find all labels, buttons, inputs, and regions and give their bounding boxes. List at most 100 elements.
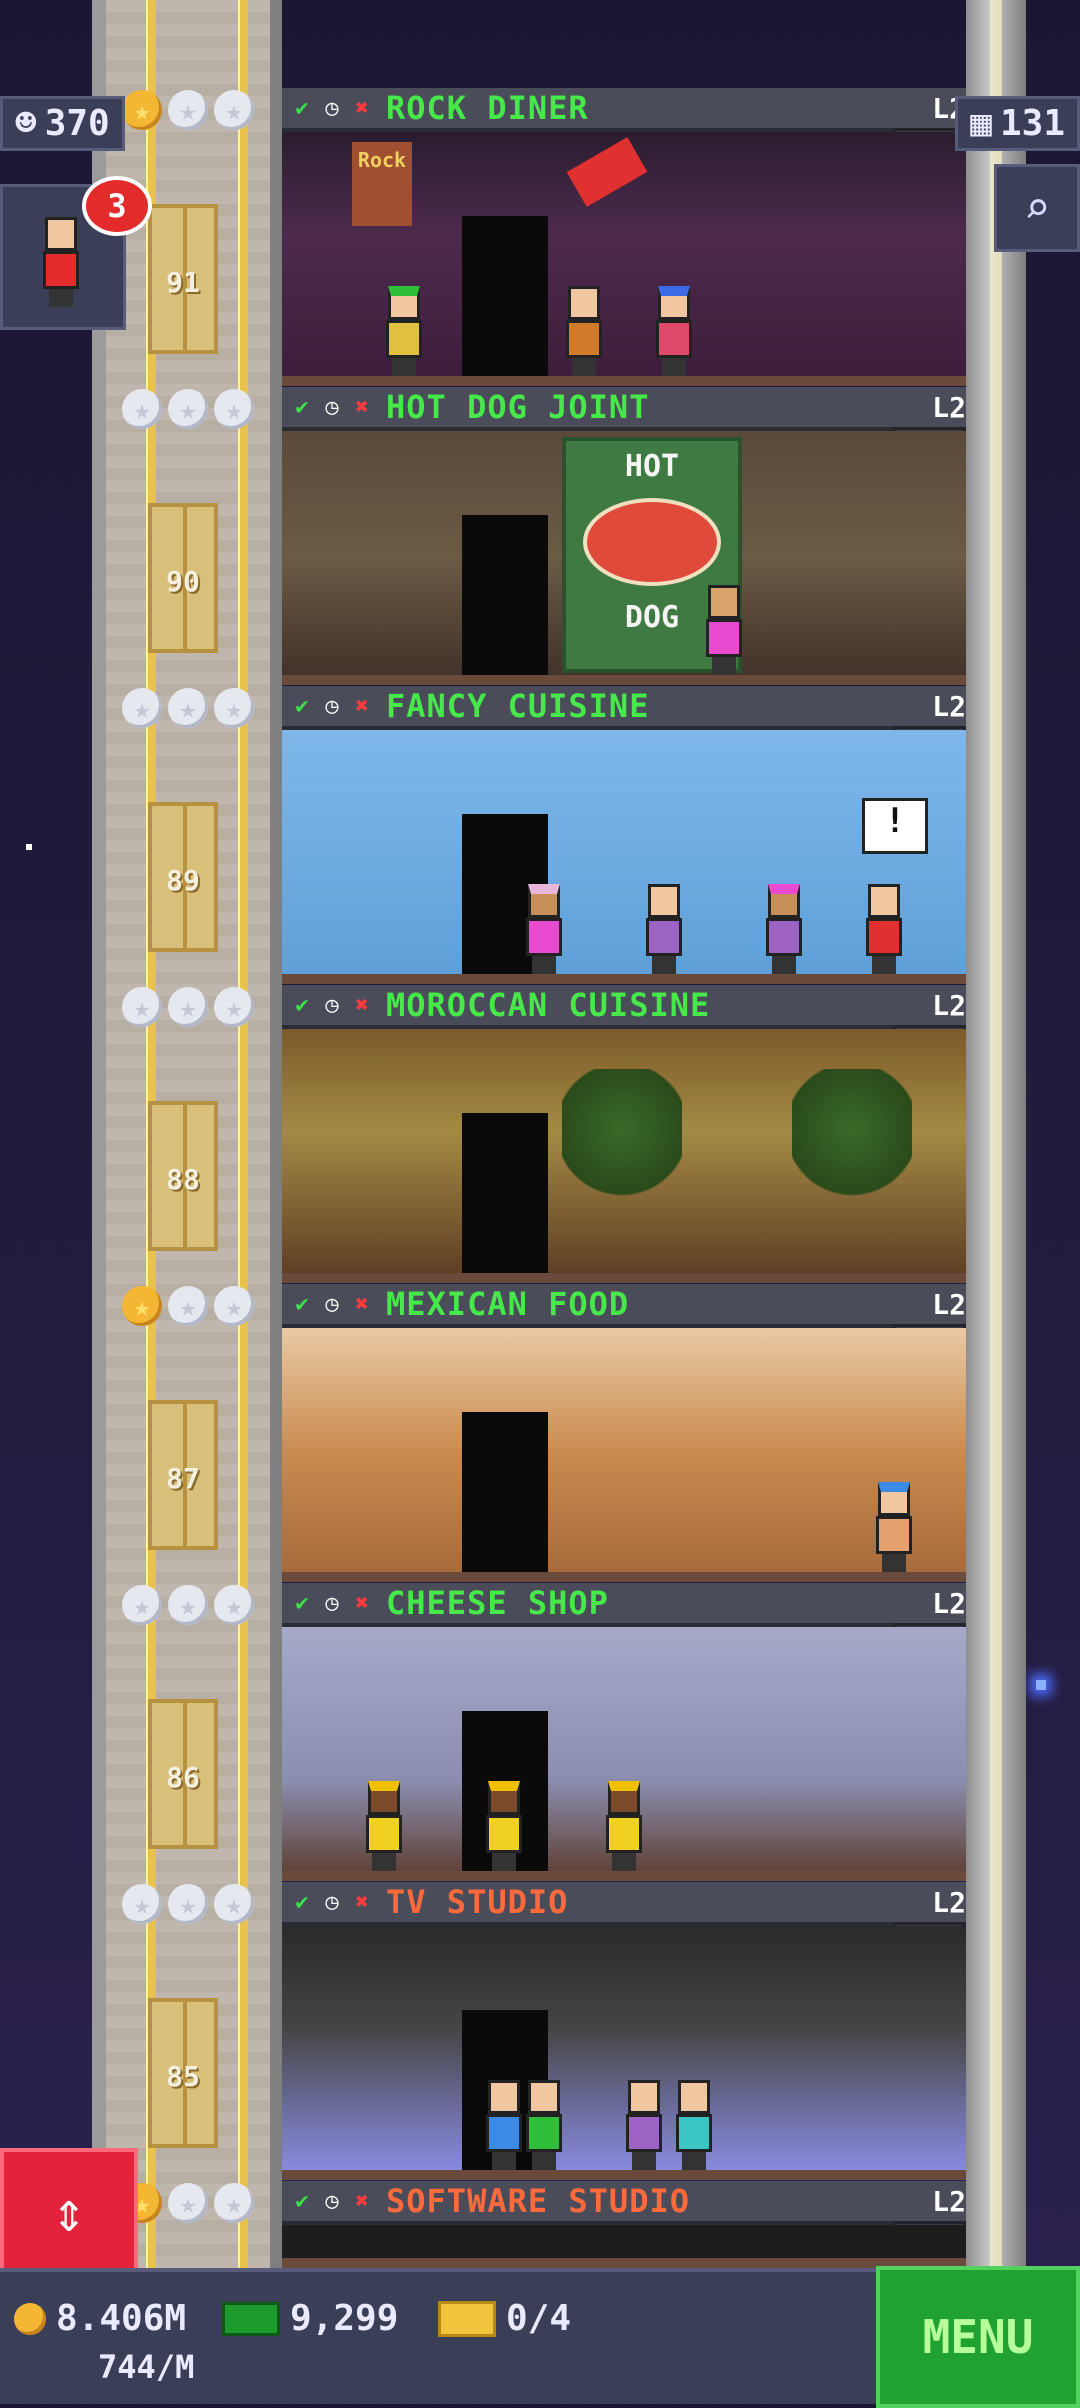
visitor[interactable] bbox=[522, 2080, 566, 2170]
floor-5[interactable]: ✔◷✖MEXICAN FOODL212M bbox=[282, 1284, 972, 1582]
elevator-door[interactable]: 85 bbox=[148, 1998, 218, 2148]
floor-header[interactable]: ✔ ◷ ✖ HOT DOG JOINT L2 bbox=[282, 387, 972, 431]
floor-header[interactable]: ✔ ◷ ✖ ROCK DINER L2 bbox=[282, 88, 972, 132]
search-icon: ⌕ bbox=[1023, 182, 1051, 234]
floor-2[interactable]: ✔◷✖HOT DOG JOINTL227MHOTDOG bbox=[282, 387, 972, 685]
floor-name: FANCY CUISINE bbox=[386, 687, 650, 725]
elevator-door[interactable]: 91 bbox=[148, 204, 218, 354]
floor-status: ✔ ◷ ✖ bbox=[288, 2187, 376, 2215]
visitor[interactable] bbox=[562, 286, 606, 376]
floor-status: ✔ ◷ ✖ bbox=[288, 1589, 376, 1617]
floor-number: 89 bbox=[166, 864, 200, 897]
floor-room[interactable]: Rock bbox=[282, 132, 972, 386]
up-down-arrows-icon: ⇕ bbox=[52, 2179, 86, 2245]
search-button[interactable]: ⌕ bbox=[994, 164, 1080, 252]
floor-room[interactable] bbox=[282, 2225, 972, 2268]
floor-header[interactable]: ✔ ◷ ✖ FANCY CUISINE L2 bbox=[282, 686, 972, 730]
ticket-icon bbox=[438, 2300, 496, 2337]
elevator-door[interactable]: 88 bbox=[148, 1101, 218, 1251]
floor-room[interactable] bbox=[282, 1029, 972, 1283]
floor-number: 87 bbox=[166, 1462, 200, 1495]
visitor[interactable] bbox=[652, 286, 696, 376]
star-icon: ★ bbox=[214, 2183, 254, 2223]
floor-header[interactable]: ✔ ◷ ✖ TV STUDIO L2 bbox=[282, 1882, 972, 1926]
room-floor bbox=[282, 1273, 972, 1283]
floor-level: L2 bbox=[932, 2185, 966, 2218]
elevator-button[interactable]: ⇕ bbox=[0, 2148, 138, 2276]
shaft-rail bbox=[238, 0, 248, 2268]
population-chip[interactable]: ☻ 370 bbox=[0, 96, 125, 151]
floor-stars: ★ ★ ★ bbox=[122, 1884, 254, 1924]
clock-icon: ◷ bbox=[325, 693, 339, 719]
visitor[interactable] bbox=[382, 286, 426, 376]
floors-chip[interactable]: ▦ 131 bbox=[955, 96, 1080, 151]
floor-status: ✔ ◷ ✖ bbox=[288, 1290, 376, 1318]
floor-number: 86 bbox=[166, 1761, 200, 1794]
floor-number: 91 bbox=[166, 266, 200, 299]
coin-icon bbox=[14, 2302, 46, 2335]
menu-button[interactable]: MENU bbox=[876, 2266, 1080, 2408]
visitor[interactable] bbox=[362, 1781, 406, 1871]
visitor[interactable] bbox=[702, 585, 746, 675]
visitor[interactable] bbox=[872, 1482, 916, 1572]
clock-icon: ◷ bbox=[325, 95, 339, 121]
visitor[interactable] bbox=[622, 2080, 666, 2170]
floor-header[interactable]: ✔ ◷ ✖ SOFTWARE STUDIO L2 bbox=[282, 2181, 972, 2225]
visitor[interactable] bbox=[602, 1781, 646, 1871]
floor-header[interactable]: ✔ ◷ ✖ MOROCCAN CUISINE L2 bbox=[282, 985, 972, 1029]
star-icon: ★ bbox=[122, 1286, 162, 1326]
floor-6[interactable]: ✔◷✖CHEESE SHOPL225M bbox=[282, 1583, 972, 1881]
elevator-door[interactable]: 87 bbox=[148, 1400, 218, 1550]
clock-icon: ◷ bbox=[325, 1889, 339, 1915]
x-icon: ✖ bbox=[355, 1590, 369, 1616]
visitor[interactable] bbox=[762, 884, 806, 974]
floor-room[interactable] bbox=[282, 1926, 972, 2180]
visitor[interactable] bbox=[482, 1781, 526, 1871]
room-floor bbox=[282, 1871, 972, 1881]
floor-room[interactable]: ! bbox=[282, 730, 972, 984]
floor-status: ✔ ◷ ✖ bbox=[288, 991, 376, 1019]
star-icon: ★ bbox=[214, 1884, 254, 1924]
room-floor bbox=[282, 675, 972, 685]
star-icon: ★ bbox=[168, 389, 208, 429]
floor-level: L2 bbox=[932, 391, 966, 424]
star-icon: ★ bbox=[214, 688, 254, 728]
floor-4[interactable]: ✔◷✖MOROCCAN CUISINEL217M bbox=[282, 985, 972, 1283]
speech-bubble[interactable]: ! bbox=[862, 798, 928, 854]
floor-stars: ★ ★ ★ bbox=[122, 987, 254, 1027]
floor-room[interactable]: HOT DOG bbox=[282, 431, 972, 685]
visitor[interactable] bbox=[862, 884, 906, 974]
floor-status: ✔ ◷ ✖ bbox=[288, 1888, 376, 1916]
bux-display[interactable]: 9,299 bbox=[222, 2298, 398, 2339]
elevator-door[interactable]: 86 bbox=[148, 1699, 218, 1849]
floor-7[interactable]: ✔◷✖TV STUDIOL223M bbox=[282, 1882, 972, 2180]
elevator-door[interactable]: 89 bbox=[148, 802, 218, 952]
room-floor bbox=[282, 2170, 972, 2180]
elevator-door[interactable]: 90 bbox=[148, 503, 218, 653]
clock-icon: ◷ bbox=[325, 992, 339, 1018]
check-icon: ✔ bbox=[295, 2188, 309, 2214]
star-icon: ★ bbox=[122, 1884, 162, 1924]
floor-room[interactable] bbox=[282, 1627, 972, 1881]
floor-level: L2 bbox=[932, 690, 966, 723]
star-icon: ★ bbox=[168, 688, 208, 728]
floor-number: 88 bbox=[166, 1163, 200, 1196]
clock-icon: ◷ bbox=[325, 1590, 339, 1616]
x-icon: ✖ bbox=[355, 95, 369, 121]
floor-header[interactable]: ✔ ◷ ✖ CHEESE SHOP L2 bbox=[282, 1583, 972, 1627]
tickets-display[interactable]: 0/4 bbox=[438, 2298, 571, 2339]
floor-8[interactable]: ✔◷✖SOFTWARE STUDIOL228M bbox=[282, 2181, 972, 2268]
visitor[interactable] bbox=[482, 2080, 526, 2170]
floor-room[interactable] bbox=[282, 1328, 972, 1582]
star-icon: ★ bbox=[122, 389, 162, 429]
coin-rate: 744/M bbox=[98, 2348, 194, 2386]
bux-value: 9,299 bbox=[290, 2298, 399, 2339]
floor-3[interactable]: ✔◷✖FANCY CUISINEL214M! bbox=[282, 686, 972, 984]
floor-header[interactable]: ✔ ◷ ✖ MEXICAN FOOD L2 bbox=[282, 1284, 972, 1328]
visitor[interactable] bbox=[672, 2080, 716, 2170]
star-icon: ★ bbox=[168, 1884, 208, 1924]
floor-1[interactable]: ✔◷✖ROCK DINERL218MRock bbox=[282, 88, 972, 386]
visitor[interactable] bbox=[522, 884, 566, 974]
visitor[interactable] bbox=[642, 884, 686, 974]
x-icon: ✖ bbox=[355, 1889, 369, 1915]
